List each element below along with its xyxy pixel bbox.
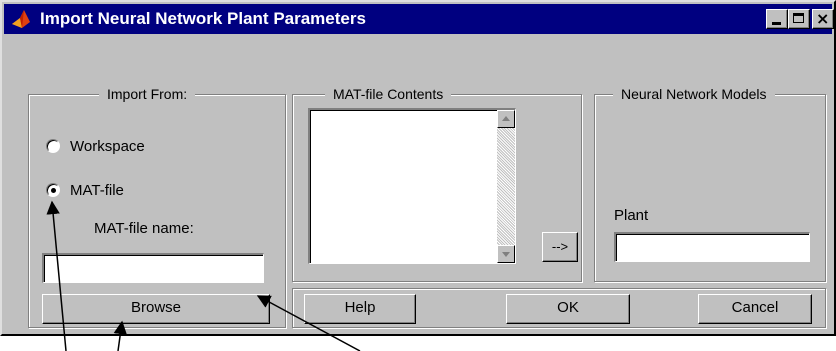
cancel-button[interactable]: Cancel (698, 294, 812, 324)
transfer-arrow-button[interactable]: --> (542, 232, 578, 262)
browse-button[interactable]: Browse (42, 294, 270, 324)
workspace-radio-button[interactable] (46, 139, 60, 153)
maximize-button[interactable] (788, 9, 810, 29)
matfile-radio-label: MAT-file (70, 182, 124, 199)
maximize-icon (793, 13, 804, 23)
matlab-logo-icon (12, 10, 30, 28)
help-button[interactable]: Help (304, 294, 416, 324)
minimize-button[interactable] (766, 9, 788, 29)
matfile-name-label: MAT-file name: (94, 220, 194, 237)
matfile-contents-legend: MAT-file Contents (325, 85, 452, 103)
matfile-contents-listbox[interactable] (308, 108, 516, 264)
window-title: Import Neural Network Plant Parameters (40, 9, 366, 28)
scroll-up-button[interactable] (497, 110, 515, 128)
plant-field[interactable] (614, 232, 810, 262)
plant-label: Plant (614, 207, 649, 224)
title-bar[interactable]: Import Neural Network Plant Parameters × (4, 4, 834, 34)
arrow-down-icon (502, 252, 510, 257)
ok-button[interactable]: OK (506, 294, 630, 324)
import-dialog-window: Import Neural Network Plant Parameters ×… (0, 0, 836, 336)
matfile-radio-button[interactable] (46, 183, 60, 197)
scroll-down-button[interactable] (497, 245, 515, 263)
matfile-name-field[interactable] (42, 253, 264, 283)
import-from-legend: Import From: (99, 85, 196, 103)
neural-network-models-legend: Neural Network Models (613, 85, 775, 103)
minimize-icon (772, 22, 781, 25)
arrow-up-icon (502, 116, 510, 121)
workspace-radio-label: Workspace (70, 138, 145, 155)
close-icon: × (816, 9, 830, 28)
import-from-group: Import From: (28, 85, 286, 328)
close-button[interactable]: × (812, 9, 834, 29)
listbox-scrollbar[interactable] (497, 110, 515, 263)
